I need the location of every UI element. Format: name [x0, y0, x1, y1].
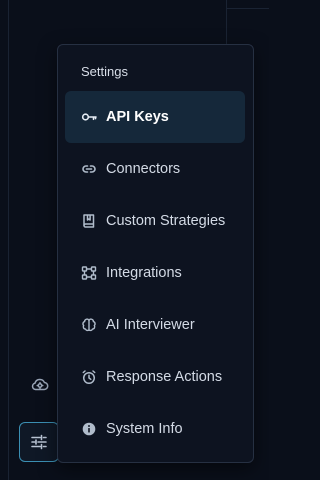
brain-icon [81, 317, 97, 333]
menu-item-label: Integrations [106, 265, 182, 281]
network-icon [81, 265, 97, 281]
background-divider [226, 8, 269, 9]
menu-item-label: Connectors [106, 161, 181, 177]
menu-item-api-keys[interactable]: API Keys [65, 91, 245, 143]
menu-item-custom-strategies[interactable]: Custom Strategies [65, 195, 245, 247]
settings-toggle-button[interactable] [19, 422, 59, 462]
book-icon [81, 213, 97, 229]
key-icon [81, 109, 97, 125]
menu-item-label: Custom Strategies [106, 213, 226, 229]
menu-item-connectors[interactable]: Connectors [65, 143, 245, 195]
settings-menu: Settings API Keys Connectors Custom Stra… [57, 44, 254, 463]
background-divider [8, 0, 9, 480]
background-divider [226, 0, 227, 44]
menu-item-integrations[interactable]: Integrations [65, 247, 245, 299]
link-icon [81, 161, 97, 177]
menu-item-label: Response Actions [106, 369, 223, 385]
cloud-gear-icon[interactable] [30, 374, 50, 394]
menu-item-ai-interviewer[interactable]: AI Interviewer [65, 299, 245, 351]
sliders-icon [30, 433, 48, 451]
alarm-clock-icon [81, 369, 97, 385]
menu-item-label: API Keys [106, 109, 169, 125]
menu-item-system-info[interactable]: System Info [65, 403, 245, 455]
info-icon [81, 421, 97, 437]
menu-item-label: AI Interviewer [106, 317, 195, 333]
menu-item-label: System Info [106, 421, 183, 437]
menu-heading: Settings [81, 64, 128, 79]
app-window: Settings API Keys Connectors Custom Stra… [0, 0, 269, 480]
menu-item-response-actions[interactable]: Response Actions [65, 351, 245, 403]
